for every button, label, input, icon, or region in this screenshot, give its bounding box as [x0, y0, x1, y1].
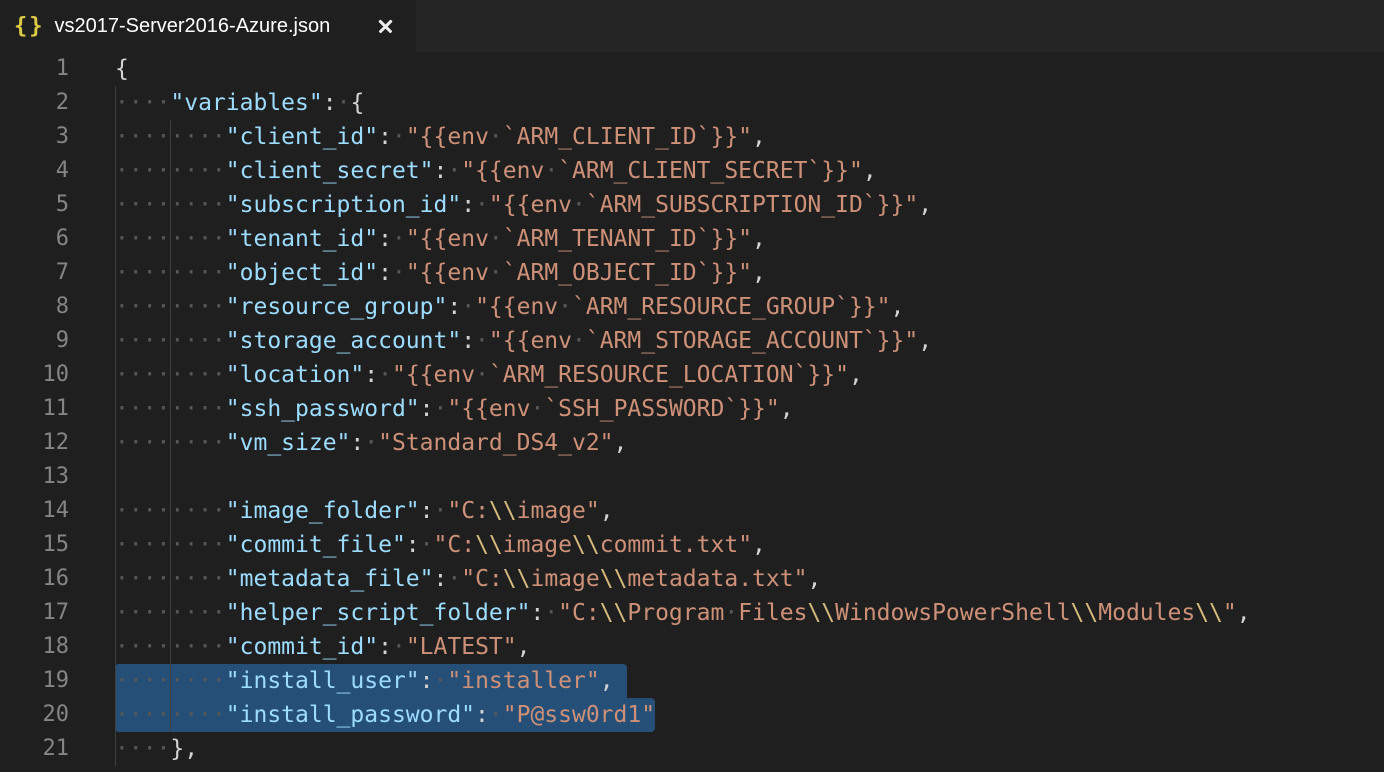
line-number[interactable]: 3: [0, 120, 69, 154]
line-number[interactable]: 20: [0, 698, 69, 732]
code-line[interactable]: ········"tenant_id":·"{{env·`ARM_TENANT_…: [115, 222, 766, 256]
code-line[interactable]: ········"metadata_file":·"C:\\image\\met…: [115, 562, 821, 596]
line-number[interactable]: 16: [0, 562, 69, 596]
line-number[interactable]: 11: [0, 392, 69, 426]
vscode-window: {} vs2017-Server2016-Azure.json 12345678…: [0, 0, 1384, 772]
line-number[interactable]: 9: [0, 324, 69, 358]
line-number[interactable]: 12: [0, 426, 69, 460]
code-line[interactable]: ········"vm_size":·"Standard_DS4_v2",: [115, 426, 627, 460]
tab-close-icon[interactable]: [376, 16, 396, 36]
code-line[interactable]: ········"resource_group":·"{{env·`ARM_RE…: [115, 290, 904, 324]
line-number[interactable]: 19: [0, 664, 69, 698]
code-line[interactable]: ····"variables":·{: [115, 86, 364, 120]
code-line[interactable]: {: [115, 52, 129, 86]
tab-filename: vs2017-Server2016-Azure.json: [55, 15, 331, 38]
line-number[interactable]: 15: [0, 528, 69, 562]
editor[interactable]: 123456789101112131415161718192021 {····"…: [0, 52, 1384, 772]
code-line[interactable]: ········"object_id":·"{{env·`ARM_OBJECT_…: [115, 256, 766, 290]
line-number[interactable]: 17: [0, 596, 69, 630]
line-number[interactable]: 7: [0, 256, 69, 290]
code-line[interactable]: ····},: [115, 732, 198, 766]
code-line[interactable]: ········"install_password":·"P@ssw0rd1": [115, 698, 655, 732]
code-line[interactable]: ········"image_folder":·"C:\\image",: [115, 494, 614, 528]
code-line[interactable]: ········"commit_file":·"C:\\image\\commi…: [115, 528, 766, 562]
code-line[interactable]: ········"install_user":·"installer",: [115, 664, 614, 698]
line-number[interactable]: 21: [0, 732, 69, 766]
line-number[interactable]: 1: [0, 52, 69, 86]
code-line[interactable]: ········"client_secret":·"{{env·`ARM_CLI…: [115, 154, 877, 188]
code-line[interactable]: ········"ssh_password":·"{{env·`SSH_PASS…: [115, 392, 794, 426]
tab-bar: {} vs2017-Server2016-Azure.json: [0, 0, 1384, 52]
line-number[interactable]: 2: [0, 86, 69, 120]
line-number[interactable]: 8: [0, 290, 69, 324]
line-number[interactable]: 13: [0, 460, 69, 494]
code-line[interactable]: ········"location":·"{{env·`ARM_RESOURCE…: [115, 358, 863, 392]
line-number[interactable]: 18: [0, 630, 69, 664]
line-number[interactable]: 5: [0, 188, 69, 222]
line-number[interactable]: 14: [0, 494, 69, 528]
line-number[interactable]: 4: [0, 154, 69, 188]
code-line[interactable]: ········"storage_account":·"{{env·`ARM_S…: [115, 324, 932, 358]
tab-active[interactable]: {} vs2017-Server2016-Azure.json: [0, 0, 416, 52]
line-number[interactable]: 10: [0, 358, 69, 392]
code-line[interactable]: ········"subscription_id":·"{{env·`ARM_S…: [115, 188, 932, 222]
code-line[interactable]: ········"commit_id":·"LATEST",: [115, 630, 530, 664]
code-line[interactable]: ········"client_id":·"{{env·`ARM_CLIENT_…: [115, 120, 766, 154]
json-file-icon: {}: [14, 14, 45, 39]
line-number[interactable]: 6: [0, 222, 69, 256]
code-line[interactable]: ········"helper_script_folder":·"C:\\Pro…: [115, 596, 1251, 630]
